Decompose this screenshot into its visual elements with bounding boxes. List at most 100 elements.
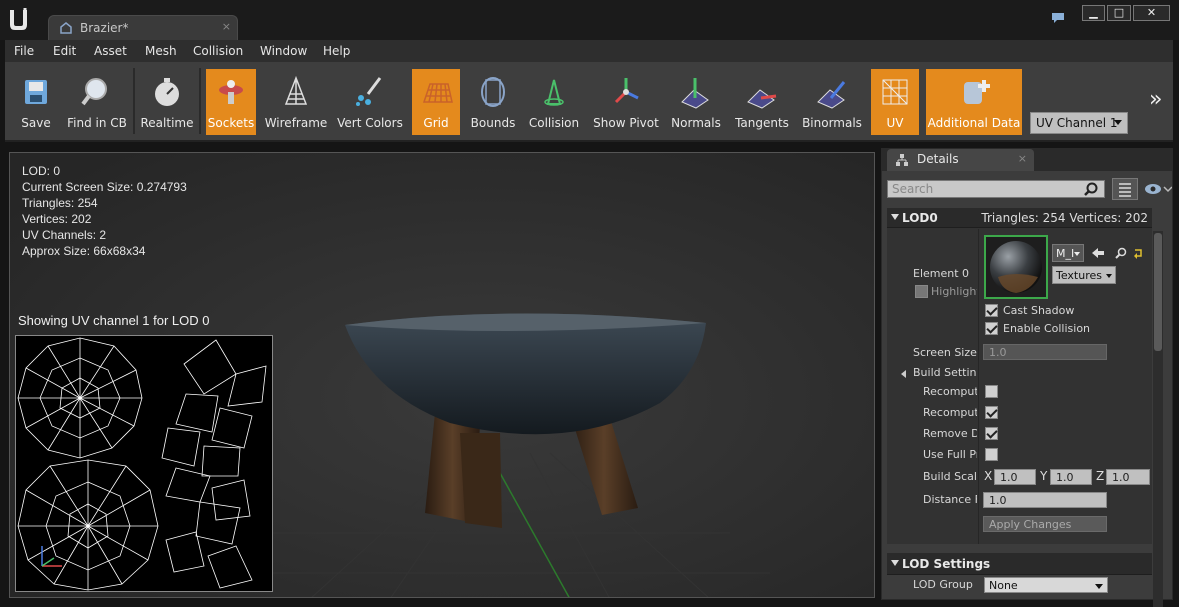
collision-button[interactable]: Collision (525, 69, 583, 135)
build-scale-y-label: Y (1040, 469, 1048, 483)
grid-button[interactable]: Grid (412, 69, 460, 135)
scrollbar-thumb[interactable] (1154, 233, 1162, 351)
material-picker-dropdown[interactable]: M_I (1052, 244, 1084, 262)
menu-collision[interactable]: Collision (193, 44, 243, 58)
recompute-normals-label: Recompute Normals (923, 385, 977, 398)
menu-asset[interactable]: Asset (94, 44, 127, 58)
sockets-icon (219, 80, 243, 104)
sockets-button[interactable]: Sockets (206, 69, 256, 135)
uv-icon (882, 79, 908, 105)
vert-colors-icon (356, 77, 382, 106)
remove-degenerates-checkbox[interactable] (985, 427, 998, 440)
stat-triangles: Triangles: 254 (22, 196, 98, 210)
build-settings-label: Build Settings (913, 366, 977, 379)
uv-button[interactable]: UV (871, 69, 919, 135)
recompute-tangents-checkbox[interactable] (985, 406, 998, 419)
reset-to-default-icon[interactable] (1133, 247, 1143, 259)
material-thumbnail[interactable] (984, 235, 1048, 299)
save-button[interactable]: Save (13, 69, 59, 135)
toolbar-overflow-button[interactable]: » (1149, 87, 1162, 112)
uv-channel-dropdown[interactable]: UV Channel 1 (1030, 112, 1128, 134)
static-mesh-icon (60, 22, 72, 34)
distance-field-scale-field[interactable]: 1.0 (983, 492, 1107, 508)
menu-help[interactable]: Help (323, 44, 350, 58)
lod-settings-header[interactable]: LOD Settings (887, 553, 1152, 575)
build-scale-y-field[interactable]: 1.0 (1050, 469, 1092, 485)
bounds-button[interactable]: Bounds (467, 69, 519, 135)
build-scale-z-field[interactable]: 1.0 (1106, 469, 1150, 485)
uv-caption: Showing UV channel 1 for LOD 0 (18, 313, 210, 328)
use-full-precision-uvs-label: Use Full Precision UVs (923, 448, 977, 461)
tangents-button[interactable]: Tangents (731, 69, 793, 135)
use-selected-arrow-icon[interactable] (1091, 247, 1105, 259)
details-icon (896, 154, 908, 166)
screen-size-field[interactable]: 1.0 (983, 344, 1107, 360)
tab-close-icon[interactable]: × (222, 20, 231, 33)
eye-icon[interactable] (1144, 183, 1172, 195)
distance-field-label: Distance Field Resolution Scale (923, 493, 977, 506)
realtime-button[interactable]: Realtime (139, 69, 195, 135)
highlight-checkbox[interactable] (915, 285, 928, 298)
apply-changes-button[interactable]: Apply Changes (983, 516, 1107, 532)
normals-button[interactable]: Normals (668, 69, 724, 135)
remove-degenerates-label: Remove Degenerates (923, 427, 977, 440)
chevron-down-icon (1095, 584, 1103, 589)
binormals-button[interactable]: Binormals (799, 69, 865, 135)
menu-edit[interactable]: Edit (53, 44, 76, 58)
normals-icon (681, 78, 709, 109)
toolbar-separator (133, 68, 135, 134)
tab-close-icon[interactable]: × (1018, 152, 1027, 165)
toolbar: Save Find in CB Realtime Sockets Wirefra… (5, 62, 1173, 142)
lod0-section: LOD0 Triangles: 254 Vertices: 202 Elemen… (887, 208, 1152, 544)
pivot-icon (614, 78, 639, 104)
textures-dropdown[interactable]: Textures (1052, 266, 1116, 284)
browse-search-icon[interactable] (1115, 247, 1127, 259)
chevron-down-icon (1114, 120, 1122, 125)
lod-group-label: LOD Group (913, 578, 973, 591)
enable-collision-checkbox[interactable] (985, 322, 998, 335)
unreal-logo-icon (10, 8, 27, 30)
save-icon (25, 80, 47, 104)
build-scale-label: Build Scale (923, 470, 977, 483)
lod0-title: LOD0 (902, 211, 938, 225)
use-full-precision-uvs-checkbox[interactable] (985, 448, 998, 461)
menu-mesh[interactable]: Mesh (145, 44, 177, 58)
menu-window[interactable]: Window (260, 44, 307, 58)
document-tab[interactable]: Brazier* × (48, 15, 238, 40)
find-in-cb-button[interactable]: Find in CB (65, 69, 129, 135)
magnifier-icon (81, 78, 107, 106)
minimize-button[interactable]: ▁ (1082, 5, 1105, 21)
build-scale-x-label: X (984, 469, 993, 483)
close-button[interactable]: ✕ (1133, 5, 1170, 21)
wireframe-button[interactable]: Wireframe (263, 69, 329, 135)
cast-shadow-checkbox[interactable] (985, 304, 998, 317)
lod0-header[interactable]: LOD0 Triangles: 254 Vertices: 202 (887, 208, 1152, 228)
mesh-viewport[interactable]: LOD: 0 Current Screen Size: 0.274793 Tri… (9, 152, 875, 598)
details-body: Search LOD0 Triangles: 254 Vertices: 202… (882, 171, 1172, 607)
chat-icon[interactable] (1051, 12, 1065, 24)
expand-arrow-icon (891, 560, 899, 566)
vert-colors-button[interactable]: Vert Colors (335, 69, 405, 135)
additional-data-button[interactable]: Additional Data (926, 69, 1022, 135)
tangents-icon (747, 89, 777, 109)
show-pivot-button[interactable]: Show Pivot (591, 69, 661, 135)
lod-settings-title: LOD Settings (902, 557, 991, 571)
lod0-info: Triangles: 254 Vertices: 202 (981, 211, 1148, 225)
collision-icon (544, 79, 564, 106)
uv-wireframe (17, 337, 267, 591)
search-icon[interactable] (1084, 182, 1098, 196)
property-matrix-button[interactable] (1112, 178, 1138, 200)
recompute-normals-checkbox[interactable] (985, 385, 998, 398)
stat-approx-size: Approx Size: 66x68x34 (22, 244, 146, 258)
menu-file[interactable]: File (14, 44, 34, 58)
collapse-arrow-icon[interactable] (901, 370, 906, 378)
details-search-input[interactable]: Search (887, 180, 1105, 198)
build-scale-x-field[interactable]: 1.0 (994, 469, 1036, 485)
details-scrollbar[interactable] (1153, 231, 1163, 607)
enable-collision-label: Enable Collision (1003, 322, 1091, 335)
details-tab[interactable]: Details × (887, 149, 1034, 171)
stat-uv-channels: UV Channels: 2 (22, 228, 107, 242)
lod-group-dropdown[interactable]: None (984, 577, 1108, 593)
maximize-button[interactable]: □ (1107, 5, 1131, 21)
column-divider[interactable] (978, 229, 979, 544)
